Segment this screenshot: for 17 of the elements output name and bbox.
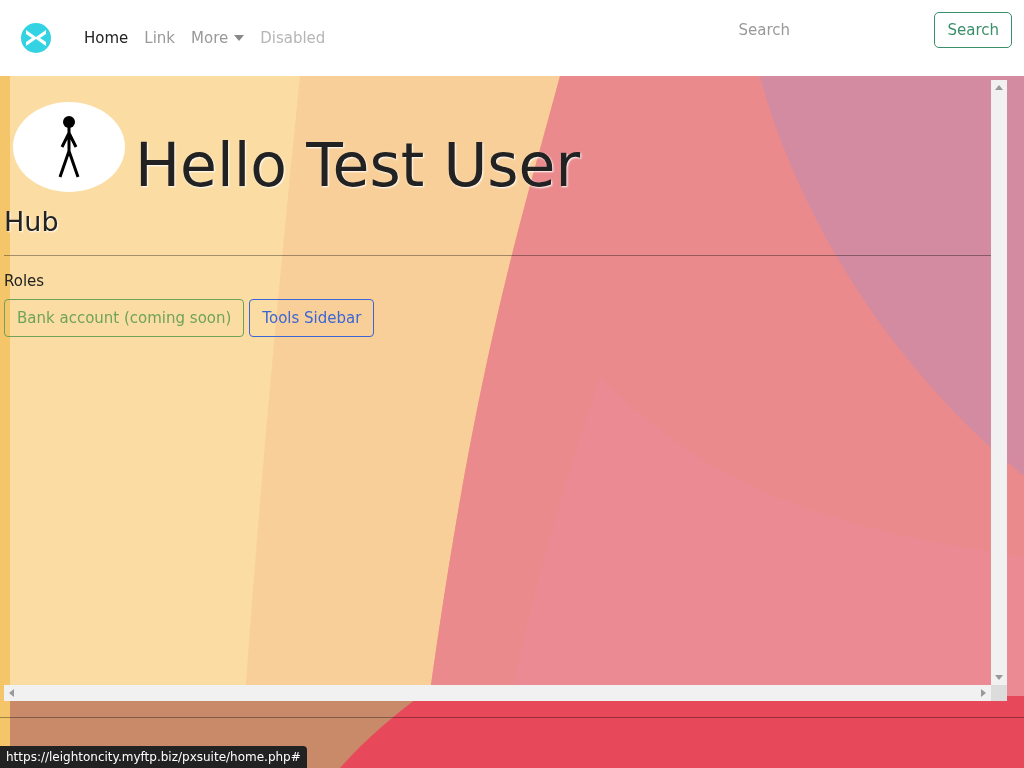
search-button[interactable]: Search <box>934 12 1012 48</box>
role-button[interactable]: Tools Sidebar <box>249 299 375 337</box>
scroll-down-icon[interactable] <box>995 673 1003 681</box>
roles-label: Roles <box>4 272 46 290</box>
horizontal-scrollbar[interactable] <box>4 685 991 701</box>
role-button[interactable]: Bank account (coming soon) <box>4 299 245 337</box>
vertical-scrollbar[interactable] <box>991 80 1007 685</box>
logo-icon[interactable] <box>20 22 52 54</box>
scroll-up-icon[interactable] <box>995 84 1003 92</box>
status-url: https://leightoncity.myftp.biz/pxsuite/home.php# <box>0 746 307 768</box>
page-title: Hello Test User <box>135 130 581 200</box>
section-heading: Hub <box>4 206 60 237</box>
scrollbar-corner <box>991 685 1007 701</box>
nav-link[interactable]: Home <box>84 29 129 47</box>
caret-icon <box>234 35 245 41</box>
nav-link[interactable]: Link <box>144 29 175 47</box>
nav-link[interactable]: More <box>191 29 245 47</box>
